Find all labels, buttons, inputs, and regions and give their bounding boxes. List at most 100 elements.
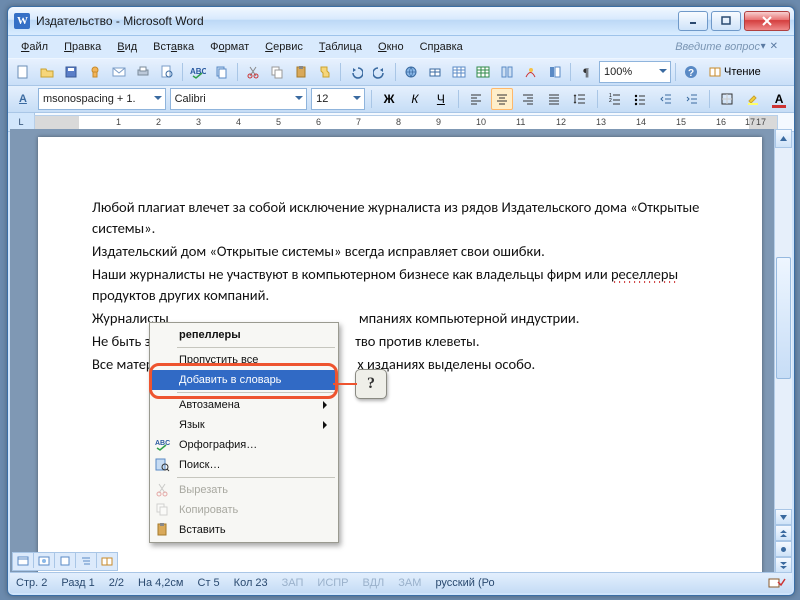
menu-tools[interactable]: Сервис (258, 39, 310, 55)
align-center-button[interactable] (491, 88, 513, 110)
format-painter-button[interactable] (314, 61, 336, 83)
ctx-add-to-dictionary[interactable]: Добавить в словарь (151, 370, 337, 390)
bullets-button[interactable] (629, 88, 651, 110)
tables-button[interactable] (424, 61, 446, 83)
status-ext[interactable]: ВДЛ (363, 577, 385, 589)
reading-view-button[interactable] (97, 553, 117, 568)
menu-help[interactable]: Справка (413, 39, 470, 55)
highlight-button[interactable] (742, 88, 764, 110)
help-button[interactable]: ? (680, 61, 702, 83)
italic-button[interactable]: К (404, 88, 426, 110)
ctx-language[interactable]: Язык (151, 415, 337, 435)
close-button[interactable] (744, 11, 790, 31)
style-dropdown[interactable]: msonospacing + 1. (38, 88, 166, 110)
scroll-up-button[interactable] (775, 129, 792, 148)
scroll-thumb[interactable] (776, 257, 791, 379)
document-area: Любой плагиат влечет за собой исключение… (10, 129, 792, 573)
status-rec[interactable]: ЗАП (282, 577, 304, 589)
excel-button[interactable] (472, 61, 494, 83)
menu-insert[interactable]: Вставка (146, 39, 201, 55)
status-ovr[interactable]: ЗАМ (398, 577, 421, 589)
scroll-down-button[interactable] (775, 509, 792, 525)
save-button[interactable] (60, 61, 82, 83)
ctx-suggestion[interactable]: репеллеры (151, 325, 337, 345)
columns-button[interactable] (496, 61, 518, 83)
ctx-skip-all[interactable]: Пропустить все (151, 350, 337, 370)
page[interactable]: Любой плагиат влечет за собой исключение… (38, 137, 762, 573)
doc-dropdown-icon[interactable]: ▾ (761, 41, 766, 52)
email-button[interactable] (108, 61, 130, 83)
status-at[interactable]: На 4,2см (138, 577, 183, 589)
insert-table-button[interactable] (448, 61, 470, 83)
menu-file[interactable]: Файл (14, 39, 55, 55)
status-language[interactable]: русский (Ро (435, 577, 494, 589)
status-trk[interactable]: ИСПР (317, 577, 348, 589)
browse-object-button[interactable] (775, 541, 792, 557)
permission-button[interactable] (84, 61, 106, 83)
show-marks-button[interactable]: ¶ (575, 61, 597, 83)
print-view-button[interactable] (55, 553, 76, 568)
outdent-button[interactable] (655, 88, 677, 110)
ctx-paste[interactable]: Вставить (151, 520, 337, 540)
styles-pane-button[interactable]: A (12, 88, 34, 110)
redo-button[interactable] (369, 61, 391, 83)
zoom-dropdown[interactable]: 100% (599, 61, 671, 83)
numbering-button[interactable]: 12 (604, 88, 626, 110)
spelling-error[interactable]: реселлеры (611, 265, 678, 283)
maximize-button[interactable] (711, 11, 741, 31)
align-right-button[interactable] (517, 88, 539, 110)
justify-button[interactable] (543, 88, 565, 110)
prev-page-button[interactable] (775, 525, 792, 541)
drawing-button[interactable] (520, 61, 542, 83)
web-view-button[interactable] (34, 553, 55, 568)
docmap-button[interactable] (544, 61, 566, 83)
para-4b: мпаниях компьютерной индустрии. (359, 309, 580, 327)
print-button[interactable] (132, 61, 154, 83)
status-spellcheck-icon[interactable] (768, 576, 786, 590)
svg-text:2: 2 (609, 98, 612, 104)
doc-close-icon[interactable]: ✕ (770, 41, 778, 52)
vertical-scrollbar[interactable] (774, 129, 792, 573)
font-dropdown[interactable]: Calibri (170, 88, 308, 110)
undo-button[interactable] (345, 61, 367, 83)
menu-view[interactable]: Вид (110, 39, 144, 55)
cut-button[interactable] (242, 61, 264, 83)
status-pages[interactable]: 2/2 (109, 577, 124, 589)
copy-button[interactable] (266, 61, 288, 83)
research-button[interactable] (211, 61, 233, 83)
status-page[interactable]: Стр. 2 (16, 577, 47, 589)
help-tooltip[interactable]: ? (355, 369, 387, 399)
menu-edit[interactable]: Правка (57, 39, 108, 55)
borders-button[interactable] (716, 88, 738, 110)
minimize-button[interactable] (678, 11, 708, 31)
menu-format[interactable]: Формат (203, 39, 256, 55)
underline-button[interactable]: Ч (430, 88, 452, 110)
ctx-autocorrect[interactable]: Автозамена (151, 395, 337, 415)
font-color-button[interactable]: A (768, 88, 790, 110)
svg-text:ABC: ABC (155, 440, 170, 447)
menu-table[interactable]: Таблица (312, 39, 369, 55)
standard-toolbar: ABC ¶ 100% ? Чтение (8, 58, 794, 86)
preview-button[interactable] (156, 61, 178, 83)
bold-button[interactable]: Ж (378, 88, 400, 110)
size-dropdown[interactable]: 12 (311, 88, 365, 110)
status-col[interactable]: Кол 23 (234, 577, 268, 589)
normal-view-button[interactable] (13, 553, 34, 568)
next-page-button[interactable] (775, 557, 792, 573)
spelling-button[interactable]: ABC (187, 61, 209, 83)
ctx-find[interactable]: Поиск… (151, 455, 337, 475)
reading-layout-button[interactable]: Чтение (704, 61, 765, 83)
hyperlink-button[interactable] (400, 61, 422, 83)
indent-button[interactable] (681, 88, 703, 110)
status-line[interactable]: Ст 5 (198, 577, 220, 589)
outline-view-button[interactable] (76, 553, 97, 568)
align-left-button[interactable] (465, 88, 487, 110)
para-5b: тво против клеветы. (355, 332, 479, 350)
ctx-spelling[interactable]: ABC Орфография… (151, 435, 337, 455)
open-button[interactable] (36, 61, 58, 83)
new-doc-button[interactable] (12, 61, 34, 83)
line-spacing-button[interactable] (569, 88, 591, 110)
paste-button[interactable] (290, 61, 312, 83)
menu-window[interactable]: Окно (371, 39, 411, 55)
status-section[interactable]: Разд 1 (61, 577, 94, 589)
